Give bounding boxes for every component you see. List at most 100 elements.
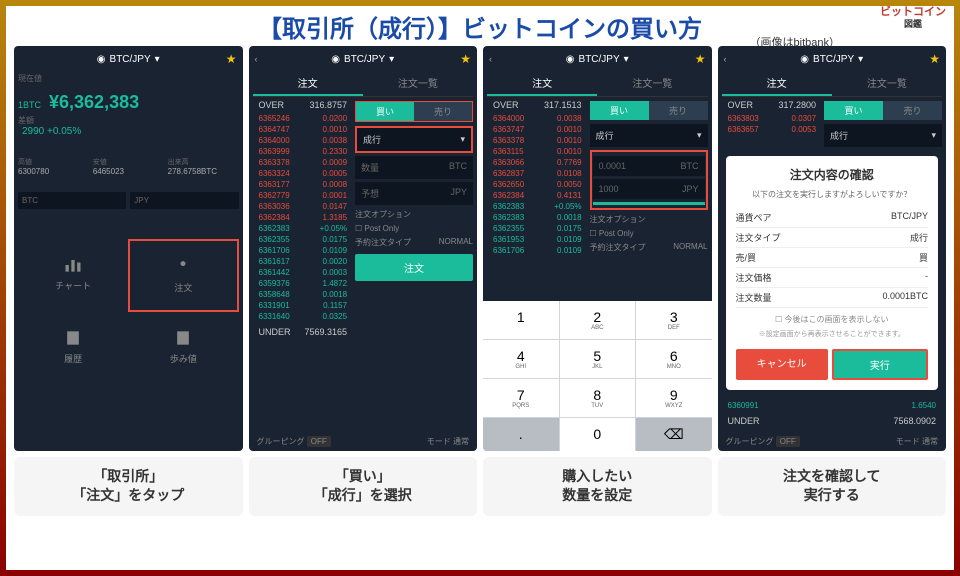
screen-1: ★ ◉ BTC/JPY ▾ 現在値 1BTC ¥6,362,383 差額 299… — [14, 46, 243, 451]
keypad-key[interactable]: 6MNO — [636, 340, 712, 378]
star-icon[interactable]: ★ — [460, 52, 471, 66]
caption-2: 「買い」「成行」を選択 — [249, 457, 478, 516]
page-title: 【取引所（成行）】ビットコインの買い方 — [258, 9, 702, 44]
buy-tab[interactable]: 買い — [356, 102, 414, 121]
tab-list[interactable]: 注文一覧 — [597, 71, 707, 96]
keypad-key[interactable]: 1 — [483, 301, 559, 339]
screen-4: ‹ ★ ◉ BTC/JPY ▾ 注文 注文一覧 OVER317.2800 636… — [718, 46, 947, 451]
current-price: ¥6,362,383 — [49, 92, 139, 113]
book-row[interactable]: 63623550.0175 — [253, 234, 354, 245]
cancel-button[interactable]: キャンセル — [736, 349, 828, 380]
book-row[interactable]: 63586480.0018 — [253, 289, 354, 300]
book-row[interactable]: 63623550.0175 — [487, 223, 588, 234]
book-row[interactable]: 63614420.0003 — [253, 267, 354, 278]
sell-tab[interactable]: 売り — [883, 101, 942, 120]
book-row[interactable]: 63637470.0010 — [487, 124, 588, 135]
pair-header[interactable]: ◉ BTC/JPY ▾ — [18, 52, 239, 67]
keypad-key[interactable]: 9WXYZ — [636, 379, 712, 417]
book-row[interactable]: 63609911.6540 — [722, 400, 943, 411]
book-row[interactable]: 63636570.0053 — [722, 124, 823, 135]
back-icon[interactable]: ‹ — [724, 54, 727, 64]
book-row[interactable]: 63623840.4131 — [487, 190, 588, 201]
history-button[interactable]: 履歴 — [18, 312, 128, 381]
qty-input[interactable]: 数量BTC — [355, 156, 473, 179]
ticker-button[interactable]: 歩み値 — [128, 312, 238, 381]
book-row[interactable]: 63617060.0109 — [253, 245, 354, 256]
logo: ビットコイン図鑑 — [880, 6, 946, 30]
order-button[interactable]: 注文 — [128, 239, 238, 312]
book-row[interactable]: 63639990.2330 — [253, 146, 354, 157]
keypad-key[interactable]: ⌫ — [636, 418, 712, 451]
jpy-input[interactable]: 1000JPY — [593, 179, 705, 199]
book-row[interactable]: 63638030.0307 — [722, 113, 823, 124]
book-row[interactable]: 63652460.0200 — [253, 113, 354, 124]
keypad-key[interactable]: 7PQRS — [483, 379, 559, 417]
execute-button[interactable]: 実行 — [832, 349, 928, 380]
back-icon[interactable]: ‹ — [489, 54, 492, 64]
submit-order-button[interactable]: 注文 — [355, 254, 473, 281]
btc-input[interactable]: BTC — [18, 192, 126, 209]
star-icon[interactable]: ★ — [695, 52, 706, 66]
book-row[interactable]: 63640000.0038 — [487, 113, 588, 124]
book-row[interactable]: 63627790.0001 — [253, 190, 354, 201]
label: 現在値 — [18, 73, 239, 84]
book-row[interactable]: 63319010.1157 — [253, 300, 354, 311]
book-row[interactable]: 63593761.4872 — [253, 278, 354, 289]
tab-list[interactable]: 注文一覧 — [832, 71, 942, 96]
tab-list[interactable]: 注文一覧 — [363, 71, 473, 96]
order-type-dropdown[interactable]: 成行▾ — [355, 126, 473, 153]
keypad-key[interactable]: 0 — [560, 418, 636, 451]
book-row[interactable]: 63647470.0010 — [253, 124, 354, 135]
chevron-down-icon: ▾ — [460, 134, 465, 145]
price-diff: 2990 +0.05% — [22, 126, 239, 137]
order-type-dropdown[interactable]: 成行▾ — [824, 124, 942, 147]
dont-show-checkbox[interactable]: ☐ 今後はこの画面を表示しない — [736, 314, 929, 325]
modal-row: 注文タイプ成行 — [736, 228, 929, 248]
book-row[interactable]: 63623841.3185 — [253, 212, 354, 223]
book-row[interactable]: 63640000.0038 — [253, 135, 354, 146]
sell-tab[interactable]: 売り — [649, 101, 708, 120]
modal-row: 売/買買 — [736, 248, 929, 268]
chart-button[interactable]: チャート — [18, 239, 128, 312]
star-icon[interactable]: ★ — [929, 52, 940, 66]
qty-input[interactable]: 0.0001BTC — [593, 156, 705, 176]
keypad-key[interactable]: 5JKL — [560, 340, 636, 378]
post-only-checkbox[interactable]: ☐ Post Only — [355, 224, 473, 233]
modal-row: 注文数量0.0001BTC — [736, 288, 929, 308]
book-row[interactable]: 63619530.0109 — [487, 234, 588, 245]
book-row[interactable]: 63631150.0010 — [487, 146, 588, 157]
book-row[interactable]: 63633780.0010 — [487, 135, 588, 146]
keypad-key[interactable]: 4GHI — [483, 340, 559, 378]
book-row[interactable]: 63633780.0009 — [253, 157, 354, 168]
book-row[interactable]: 63630660.7769 — [487, 157, 588, 168]
book-row[interactable]: 63631770.0008 — [253, 179, 354, 190]
buy-tab[interactable]: 買い — [824, 101, 883, 120]
keypad-key[interactable]: 8TUV — [560, 379, 636, 417]
buy-tab[interactable]: 買い — [590, 101, 649, 120]
post-only-checkbox[interactable]: ☐ Post Only — [590, 229, 708, 238]
book-row[interactable]: 63626500.0050 — [487, 179, 588, 190]
book-row[interactable]: 63633240.0005 — [253, 168, 354, 179]
star-icon[interactable]: ★ — [226, 52, 237, 66]
book-row[interactable]: 63316400.0325 — [253, 311, 354, 322]
book-row[interactable]: 63617060.0109 — [487, 245, 588, 256]
screen-2: ‹ ★ ◉ BTC/JPY ▾ 注文 注文一覧 OVER316.8757 636… — [249, 46, 478, 451]
jpy-input[interactable]: JPY — [130, 192, 238, 209]
back-icon[interactable]: ‹ — [255, 54, 258, 64]
modal-row: 注文価格- — [736, 268, 929, 288]
book-row[interactable]: 63623830.0018 — [487, 212, 588, 223]
est-input[interactable]: 予想JPY — [355, 182, 473, 205]
tab-order[interactable]: 注文 — [487, 71, 597, 96]
keypad-key[interactable]: . — [483, 418, 559, 451]
book-row[interactable]: 63616170.0020 — [253, 256, 354, 267]
sell-tab[interactable]: 売り — [414, 102, 472, 121]
book-row[interactable]: 63628370.0108 — [487, 168, 588, 179]
tab-order[interactable]: 注文 — [722, 71, 832, 96]
caption-4: 注文を確認して実行する — [718, 457, 947, 516]
book-row[interactable]: 63630360.0147 — [253, 201, 354, 212]
order-type-dropdown[interactable]: 成行▾ — [590, 124, 708, 147]
screen-3: ‹ ★ ◉ BTC/JPY ▾ 注文 注文一覧 OVER317.1513 636… — [483, 46, 712, 451]
tab-order[interactable]: 注文 — [253, 71, 363, 96]
keypad-key[interactable]: 2ABC — [560, 301, 636, 339]
keypad-key[interactable]: 3DEF — [636, 301, 712, 339]
